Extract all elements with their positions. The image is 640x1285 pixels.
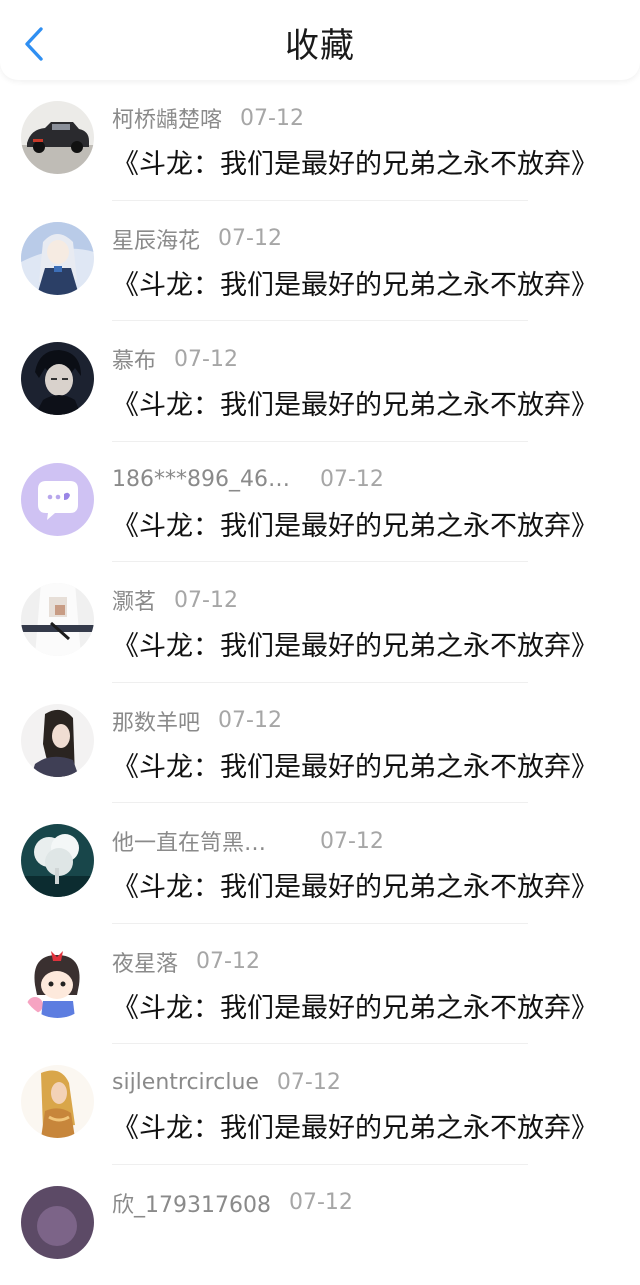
list-item[interactable]: 他一直在笥黑… 07-12 《斗龙：我们是最好的兄弟之永不放弃》 bbox=[0, 803, 640, 924]
user-name[interactable]: sijlentrcirclue bbox=[112, 1070, 259, 1095]
timestamp: 07-12 bbox=[174, 588, 238, 613]
list-item[interactable]: 灏茗 07-12 《斗龙：我们是最好的兄弟之永不放弃》 bbox=[0, 562, 640, 683]
favorite-title[interactable]: 《斗龙：我们是最好的兄弟之永不放弃》 bbox=[112, 504, 598, 543]
top-bar: 收藏 bbox=[0, 0, 640, 80]
user-avatar[interactable] bbox=[21, 704, 94, 777]
favorites-list: 柯桥龋楚喀 07-12 《斗龙：我们是最好的兄弟之永不放弃》 星辰海花 07-1… bbox=[0, 80, 640, 1285]
user-avatar[interactable] bbox=[21, 945, 94, 1018]
timestamp: 07-12 bbox=[289, 1190, 353, 1215]
list-item[interactable]: 柯桥龋楚喀 07-12 《斗龙：我们是最好的兄弟之永不放弃》 bbox=[0, 80, 640, 201]
user-avatar[interactable] bbox=[21, 101, 94, 174]
favorite-title[interactable]: 《斗龙：我们是最好的兄弟之永不放弃》 bbox=[112, 624, 598, 663]
list-item[interactable]: 慕布 07-12 《斗龙：我们是最好的兄弟之永不放弃》 bbox=[0, 321, 640, 442]
user-name[interactable]: 星辰海花 bbox=[112, 223, 200, 255]
list-item[interactable]: 186***896_469… 07-12 《斗龙：我们是最好的兄弟之永不放弃》 bbox=[0, 442, 640, 563]
user-name[interactable]: 那数羊吧 bbox=[112, 705, 200, 737]
timestamp: 07-12 bbox=[240, 106, 304, 131]
list-item[interactable]: 夜星落 07-12 《斗龙：我们是最好的兄弟之永不放弃》 bbox=[0, 924, 640, 1045]
list-item[interactable]: 欣_179317608 07-12 bbox=[0, 1165, 640, 1285]
favorite-title[interactable]: 《斗龙：我们是最好的兄弟之永不放弃》 bbox=[112, 745, 598, 784]
user-avatar[interactable] bbox=[21, 1186, 94, 1259]
favorite-title[interactable]: 《斗龙：我们是最好的兄弟之永不放弃》 bbox=[112, 1106, 598, 1145]
user-avatar[interactable] bbox=[21, 583, 94, 656]
default-avatar[interactable] bbox=[21, 463, 94, 536]
timestamp: 07-12 bbox=[218, 226, 282, 251]
list-item[interactable]: 那数羊吧 07-12 《斗龙：我们是最好的兄弟之永不放弃》 bbox=[0, 683, 640, 804]
user-avatar[interactable] bbox=[21, 824, 94, 897]
timestamp: 07-12 bbox=[277, 1070, 341, 1095]
timestamp: 07-12 bbox=[320, 829, 384, 854]
user-avatar[interactable] bbox=[21, 222, 94, 295]
favorite-title[interactable]: 《斗龙：我们是最好的兄弟之永不放弃》 bbox=[112, 986, 598, 1025]
favorite-title[interactable]: 《斗龙：我们是最好的兄弟之永不放弃》 bbox=[112, 142, 598, 181]
favorite-title[interactable]: 《斗龙：我们是最好的兄弟之永不放弃》 bbox=[112, 263, 598, 302]
user-name[interactable]: 灏茗 bbox=[112, 584, 156, 616]
user-name[interactable]: 夜星落 bbox=[112, 946, 178, 978]
user-name[interactable]: 他一直在笥黑… bbox=[112, 825, 302, 857]
user-avatar[interactable] bbox=[21, 342, 94, 415]
timestamp: 07-12 bbox=[174, 347, 238, 372]
user-name[interactable]: 慕布 bbox=[112, 343, 156, 375]
list-item[interactable]: 星辰海花 07-12 《斗龙：我们是最好的兄弟之永不放弃》 bbox=[0, 201, 640, 322]
list-item[interactable]: sijlentrcirclue 07-12 《斗龙：我们是最好的兄弟之永不放弃》 bbox=[0, 1044, 640, 1165]
user-name[interactable]: 柯桥龋楚喀 bbox=[112, 102, 222, 134]
favorite-title[interactable]: 《斗龙：我们是最好的兄弟之永不放弃》 bbox=[112, 865, 598, 904]
user-name[interactable]: 欣_179317608 bbox=[112, 1187, 271, 1219]
user-avatar[interactable] bbox=[21, 1065, 94, 1138]
timestamp: 07-12 bbox=[196, 949, 260, 974]
user-name[interactable]: 186***896_469… bbox=[112, 467, 302, 492]
timestamp: 07-12 bbox=[320, 467, 384, 492]
page-title: 收藏 bbox=[0, 0, 640, 92]
timestamp: 07-12 bbox=[218, 708, 282, 733]
favorite-title[interactable]: 《斗龙：我们是最好的兄弟之永不放弃》 bbox=[112, 383, 598, 422]
